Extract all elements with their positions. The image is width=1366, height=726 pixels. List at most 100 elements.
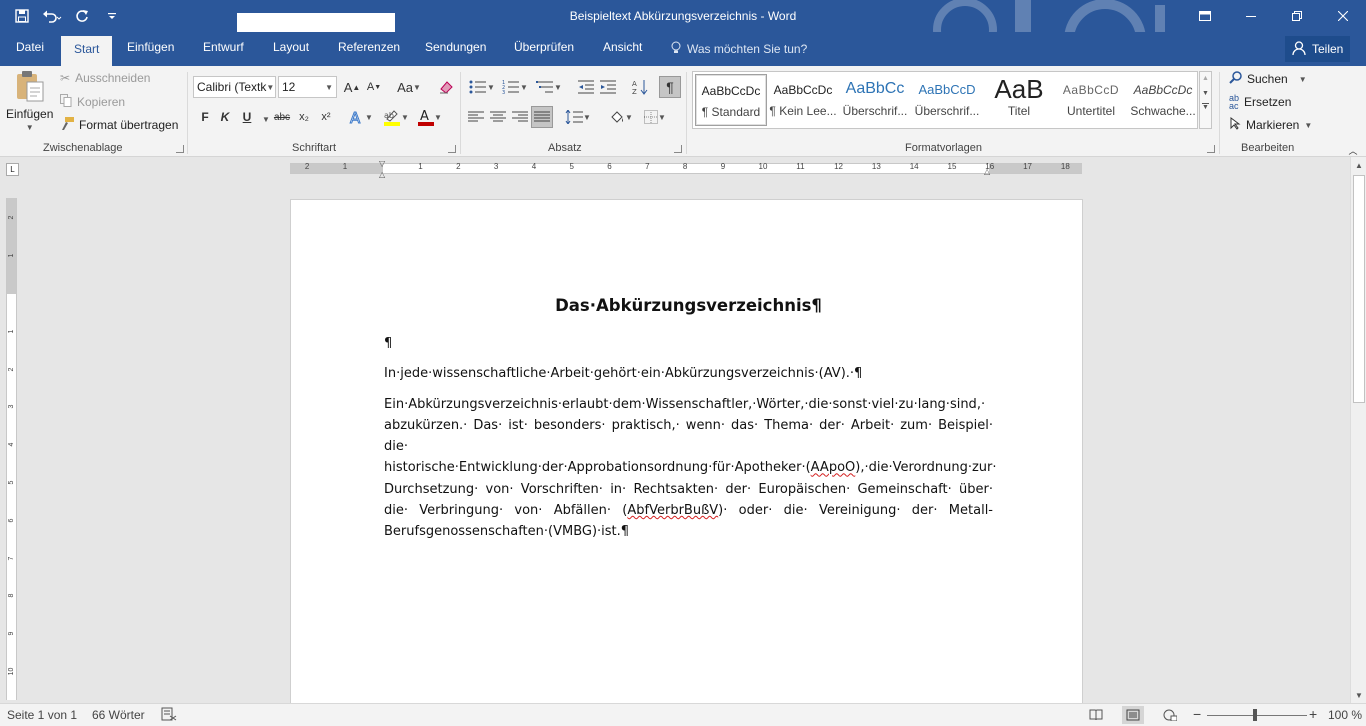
clipboard-launcher-icon[interactable] xyxy=(176,145,184,153)
document-page[interactable]: Das·Abkürzungsverzeichnis¶ ¶ In·jede·wis… xyxy=(290,199,1083,709)
spelling-error[interactable]: AApoO xyxy=(811,460,856,475)
scroll-up-icon[interactable]: ▲ xyxy=(1351,157,1366,173)
cut-button[interactable]: ✂ Ausschneiden xyxy=(60,71,150,85)
sort-button[interactable]: AZ xyxy=(630,77,650,97)
styles-launcher-icon[interactable] xyxy=(1207,145,1215,153)
empty-paragraph[interactable]: ¶ xyxy=(384,333,993,354)
horizontal-ruler[interactable]: 2 1 1 2 3 4 5 6 7 8 9 10 11 12 13 14 15 16 17 18 xyxy=(290,162,1082,174)
shading-button[interactable]: ▼ xyxy=(606,107,636,127)
style-schwache-hervorhebung[interactable]: AaBbCcDc Schwache... xyxy=(1127,74,1199,126)
close-icon[interactable] xyxy=(1320,0,1366,32)
font-size-select[interactable]: 12 ▼ xyxy=(278,76,337,98)
align-left-button[interactable] xyxy=(466,107,486,127)
customize-icon[interactable] xyxy=(100,4,124,28)
font-color-button[interactable]: A ▼ xyxy=(415,107,445,127)
paragraph-1[interactable]: In·jede·wissenschaftliche·Arbeit·gehört·… xyxy=(384,363,993,384)
zoom-out-button[interactable]: − xyxy=(1193,706,1201,722)
document-body[interactable]: Das·Abkürzungsverzeichnis¶ ¶ In·jede·wis… xyxy=(384,296,997,552)
right-indent-marker[interactable]: △ xyxy=(984,167,990,176)
borders-button[interactable]: ▼ xyxy=(640,107,670,127)
highlight-button[interactable]: ab ▼ xyxy=(381,107,411,127)
font-name-select[interactable]: Calibri (Textk ▼ xyxy=(193,76,276,98)
proofing-icon[interactable] xyxy=(161,707,177,724)
restore-icon[interactable] xyxy=(1274,0,1320,32)
page-count[interactable]: Seite 1 von 1 xyxy=(7,708,77,722)
read-mode-icon[interactable] xyxy=(1085,706,1107,724)
chevron-up-icon[interactable]: ▲ xyxy=(1200,75,1211,82)
zoom-slider[interactable] xyxy=(1207,715,1307,716)
text-effects-button[interactable]: A ▼ xyxy=(347,107,375,127)
web-layout-icon[interactable] xyxy=(1159,706,1181,724)
minimize-icon[interactable] xyxy=(1228,0,1274,32)
select-button[interactable]: Markieren ▼ xyxy=(1229,117,1312,133)
copy-button[interactable]: Kopieren xyxy=(60,94,125,110)
left-indent-marker[interactable]: △ xyxy=(379,170,385,179)
strikethrough-button[interactable]: abc xyxy=(272,107,292,127)
share-button[interactable]: Teilen xyxy=(1285,36,1350,62)
style-standard[interactable]: AaBbCcDc ¶ Standard xyxy=(695,74,767,126)
chevron-down-icon[interactable]: ▼ xyxy=(1200,90,1211,97)
styles-gallery-scroll[interactable]: ▲ ▼ ▼ xyxy=(1199,71,1212,129)
decrease-indent-button[interactable] xyxy=(576,77,596,97)
word-count[interactable]: 66 Wörter xyxy=(92,708,145,722)
format-painter-button[interactable]: Format übertragen xyxy=(60,117,178,133)
tab-referenzen[interactable]: Referenzen xyxy=(338,40,400,54)
zoom-in-button[interactable]: + xyxy=(1309,706,1317,722)
italic-button[interactable]: K xyxy=(215,107,235,127)
gallery-more-icon[interactable]: ▼ xyxy=(1202,103,1209,111)
superscript-button[interactable]: x² xyxy=(316,107,336,127)
undo-icon[interactable] xyxy=(40,4,64,28)
change-case-button[interactable]: Aa ▼ xyxy=(394,77,424,97)
tab-einfuegen[interactable]: Einfügen xyxy=(127,40,174,54)
find-button[interactable]: Suchen ▼ xyxy=(1229,71,1307,87)
redo-icon[interactable] xyxy=(70,4,94,28)
scroll-down-icon[interactable]: ▼ xyxy=(1351,687,1366,703)
bullets-button[interactable]: ▼ xyxy=(467,77,497,97)
tell-me-box[interactable]: Was möchten Sie tun? xyxy=(671,41,807,57)
tab-ueberpruefen[interactable]: Überprüfen xyxy=(514,40,574,54)
document-heading[interactable]: Das·Abkürzungsverzeichnis¶ xyxy=(384,296,993,315)
style-untertitel[interactable]: AaBbCcD Untertitel xyxy=(1055,74,1127,126)
tab-ansicht[interactable]: Ansicht xyxy=(603,40,642,54)
vertical-scrollbar[interactable]: ▲ ▼ xyxy=(1350,157,1366,703)
grow-font-button[interactable]: A ▲ xyxy=(342,77,362,97)
clear-formatting-button[interactable] xyxy=(436,77,456,97)
spelling-error[interactable]: AbfVerbrBußV xyxy=(627,503,718,518)
shrink-font-button[interactable]: A ▼ xyxy=(364,77,384,97)
style-titel[interactable]: AaB Titel xyxy=(983,74,1055,126)
style-ueberschrift-1[interactable]: AaBbCc Überschrif... xyxy=(839,74,911,126)
numbering-button[interactable]: 123 ▼ xyxy=(500,77,530,97)
tab-selector[interactable]: L xyxy=(6,163,19,176)
style-ueberschrift-2[interactable]: AaBbCcD Überschrif... xyxy=(911,74,983,126)
paragraph-launcher-icon[interactable] xyxy=(674,145,682,153)
multilevel-list-button[interactable]: ▼ xyxy=(534,77,564,97)
ribbon-display-options-icon[interactable] xyxy=(1182,0,1228,32)
zoom-slider-thumb[interactable] xyxy=(1253,709,1257,721)
replace-button[interactable]: ab ac Ersetzen xyxy=(1229,94,1291,111)
paste-button[interactable]: Einfügen ▼ xyxy=(6,70,53,132)
first-line-indent-marker[interactable]: ▽ xyxy=(379,159,385,168)
align-center-button[interactable] xyxy=(488,107,508,127)
align-right-button[interactable] xyxy=(510,107,530,127)
paragraph-2[interactable]: Ein·Abkürzungsverzeichnis·erlaubt·dem·Wi… xyxy=(384,394,997,543)
tab-sendungen[interactable]: Sendungen xyxy=(425,40,486,54)
vertical-ruler[interactable]: 2 1 1 2 3 4 5 6 7 8 9 10 xyxy=(6,198,17,700)
increase-indent-button[interactable] xyxy=(598,77,618,97)
tab-layout[interactable]: Layout xyxy=(273,40,309,54)
underline-button[interactable]: U xyxy=(237,107,257,127)
scrollbar-thumb[interactable] xyxy=(1353,175,1365,403)
save-icon[interactable] xyxy=(10,4,34,28)
style-kein-leerraum[interactable]: AaBbCcDc ¶ Kein Lee... xyxy=(767,74,839,126)
tab-entwurf[interactable]: Entwurf xyxy=(203,40,244,54)
line-spacing-button[interactable]: ▼ xyxy=(563,107,593,127)
font-launcher-icon[interactable] xyxy=(448,145,456,153)
bold-button[interactable]: F xyxy=(195,107,215,127)
title-input-box[interactable] xyxy=(237,13,395,32)
show-formatting-button[interactable]: ¶ xyxy=(659,76,681,98)
tab-start[interactable]: Start xyxy=(61,36,113,66)
justify-button[interactable] xyxy=(531,106,553,128)
tab-datei[interactable]: Datei xyxy=(16,40,44,54)
subscript-button[interactable]: x₂ xyxy=(294,107,314,127)
zoom-level[interactable]: 100 % xyxy=(1328,708,1362,722)
print-layout-icon[interactable] xyxy=(1122,706,1144,724)
